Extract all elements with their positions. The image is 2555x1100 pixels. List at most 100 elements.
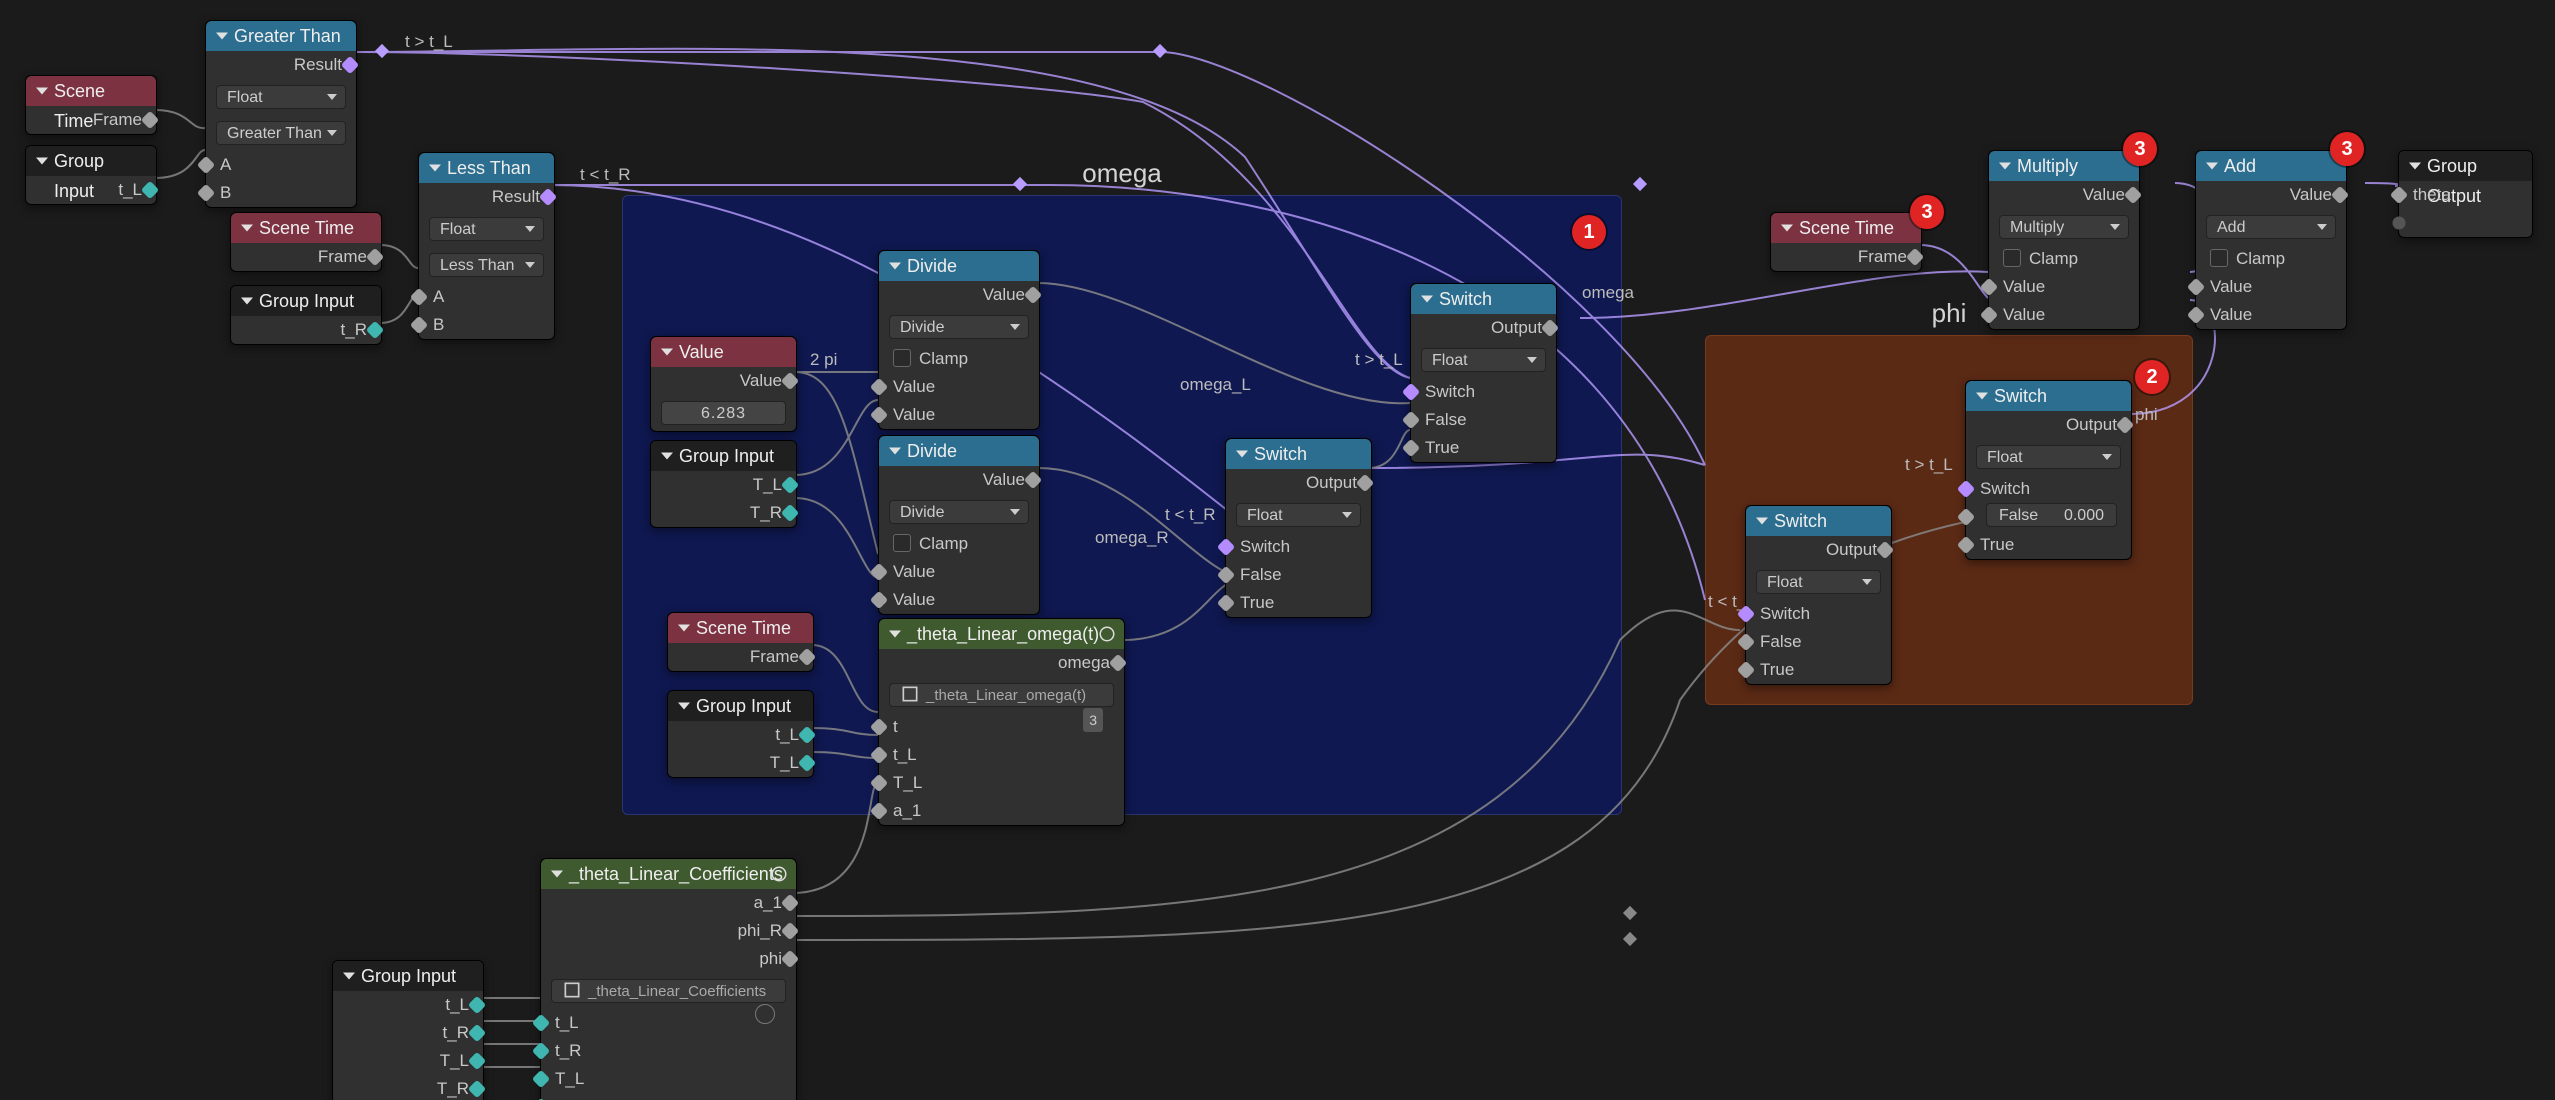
dropdown-op[interactable]: Greater Than (216, 121, 346, 145)
input-clamp[interactable]: Clamp (1989, 245, 2139, 273)
node-header[interactable]: Less Than (419, 153, 554, 183)
node-switch-phi-inner[interactable]: Switch Output Float Switch False True (1745, 505, 1892, 685)
output-TL: T_L (651, 471, 796, 499)
node-header[interactable]: Scene Time (26, 76, 156, 106)
node-header[interactable]: Divide (879, 251, 1039, 281)
dropdown-type[interactable]: Float (1421, 348, 1546, 372)
gear-icon[interactable] (770, 865, 788, 883)
node-header[interactable]: Group Input (668, 691, 813, 721)
dropdown-type[interactable]: Float (1236, 503, 1361, 527)
input-false: False (1746, 628, 1891, 656)
node-switch-omega[interactable]: Switch Output Float Switch False True (1410, 283, 1557, 463)
node-less-than[interactable]: Less Than Result Float Less Than A B (418, 152, 555, 340)
badge-2: 2 (2135, 360, 2169, 394)
node-scene-time-4[interactable]: Scene Time Frame (1770, 212, 1922, 272)
output-omega: omega (879, 649, 1124, 677)
dropdown-op[interactable]: Divide (889, 315, 1029, 339)
dropdown-type[interactable]: Float (216, 85, 346, 109)
input-clamp[interactable]: Clamp (2196, 245, 2346, 273)
value-field[interactable]: 6.283 (661, 401, 786, 425)
node-header[interactable]: _theta_Linear_Coefficients (541, 859, 796, 889)
dropdown-type[interactable]: Float (1756, 570, 1881, 594)
node-header[interactable]: Switch (1411, 284, 1556, 314)
group-selector[interactable]: _theta_Linear_Coefficients (551, 979, 786, 1003)
output: Output (1966, 411, 2131, 439)
dropdown-op[interactable]: Divide (889, 500, 1029, 524)
node-header[interactable]: Divide (879, 436, 1039, 466)
node-group-input-4[interactable]: Group Input t_L T_L (667, 690, 814, 778)
node-header[interactable]: Group Input (26, 146, 156, 176)
input-tL: t_L (879, 741, 1124, 769)
output-TL: T_L (333, 1047, 483, 1075)
node-divide-2[interactable]: Divide Value Divide Clamp Value Value (878, 435, 1040, 615)
node-group-output[interactable]: Group Output theta (2398, 150, 2533, 238)
input-false[interactable]: False0.000 (1966, 503, 2131, 531)
node-theta-linear-omega[interactable]: _theta_Linear_omega(t) omega _theta_Line… (878, 618, 1125, 826)
output-a1: a_1 (541, 889, 796, 917)
node-header[interactable]: Switch (1226, 439, 1371, 469)
node-header[interactable]: Scene Time (668, 613, 813, 643)
gear-icon[interactable] (1098, 625, 1116, 643)
output-frame: Frame (26, 106, 156, 134)
node-header[interactable]: Scene Time (1771, 213, 1921, 243)
node-header[interactable]: _theta_Linear_omega(t) (879, 619, 1124, 649)
input-TL: T_L (879, 769, 1124, 797)
node-header[interactable]: Group Input (231, 286, 381, 316)
output-value: Value (1989, 181, 2139, 209)
dropdown-op[interactable]: Less Than (429, 253, 544, 277)
node-scene-time-2[interactable]: Scene Time Frame (230, 212, 382, 272)
node-header[interactable]: Multiply (1989, 151, 2139, 181)
output-tL: t_L (333, 991, 483, 1019)
output-TL: T_L (668, 749, 813, 777)
node-divide-1[interactable]: Divide Value Divide Clamp Value Value (878, 250, 1040, 430)
input-clamp[interactable]: Clamp (879, 530, 1039, 558)
output-TR: T_R (651, 499, 796, 527)
input-t: t (879, 713, 1124, 741)
output-tR: t_R (333, 1019, 483, 1047)
dropdown-op[interactable]: Multiply (1999, 215, 2129, 239)
node-scene-time-1[interactable]: Scene Time Frame (25, 75, 157, 135)
node-header[interactable]: Add (2196, 151, 2346, 181)
output-frame: Frame (668, 643, 813, 671)
node-header[interactable]: Switch (1966, 381, 2131, 411)
node-theta-linear-coefficients[interactable]: _theta_Linear_Coefficients a_1 phi_R phi… (540, 858, 797, 1100)
dropdown-type[interactable]: Float (429, 217, 544, 241)
node-header[interactable]: Switch (1746, 506, 1891, 536)
checkbox-clamp (893, 534, 911, 552)
output-frame: Frame (1771, 243, 1921, 271)
node-header[interactable]: Group Input (651, 441, 796, 471)
node-header[interactable]: Greater Than (206, 21, 356, 51)
input-a: A (419, 283, 554, 311)
dropdown-type[interactable]: Float (1976, 445, 2121, 469)
group-selector[interactable]: _theta_Linear_omega(t)3 (889, 683, 1114, 707)
input-value-2: Value (879, 401, 1039, 429)
node-header[interactable]: Group Output (2399, 151, 2532, 181)
node-header[interactable]: Group Input (333, 961, 483, 991)
node-header[interactable]: Value (651, 337, 796, 367)
input-a: A (206, 151, 356, 179)
node-switch-inner[interactable]: Switch Output Float Switch False True (1225, 438, 1372, 618)
input-blank (2399, 209, 2532, 237)
false-value-field: False0.000 (1986, 503, 2117, 527)
badge-3b: 3 (2123, 132, 2157, 166)
input-false: False (1226, 561, 1371, 589)
node-multiply[interactable]: Multiply Value Multiply Clamp Value Valu… (1988, 150, 2140, 330)
label-t-gt-tL: t > t_L (405, 32, 453, 52)
node-header[interactable]: Scene Time (231, 213, 381, 243)
input-clamp[interactable]: Clamp (879, 345, 1039, 373)
node-switch-phi-outer[interactable]: Switch Output Float Switch False0.000 Tr… (1965, 380, 2132, 560)
node-group-input-1[interactable]: Group Input t_L (25, 145, 157, 205)
node-group-input-5[interactable]: Group Input t_L t_R T_L T_R (332, 960, 484, 1100)
node-group-input-2[interactable]: Group Input t_R (230, 285, 382, 345)
output: Output (1746, 536, 1891, 564)
checkbox-clamp (2003, 249, 2021, 267)
node-value[interactable]: Value Value 6.283 (650, 336, 797, 432)
node-greater-than[interactable]: Greater Than Result Float Greater Than A… (205, 20, 357, 208)
input-switch: Switch (1966, 475, 2131, 503)
dropdown-op[interactable]: Add (2206, 215, 2336, 239)
output-result: Result (419, 183, 554, 211)
node-scene-time-3[interactable]: Scene Time Frame (667, 612, 814, 672)
node-add[interactable]: Add Value Add Clamp Value Value (2195, 150, 2347, 330)
node-group-input-3[interactable]: Group Input T_L T_R (650, 440, 797, 528)
input-switch: Switch (1226, 533, 1371, 561)
